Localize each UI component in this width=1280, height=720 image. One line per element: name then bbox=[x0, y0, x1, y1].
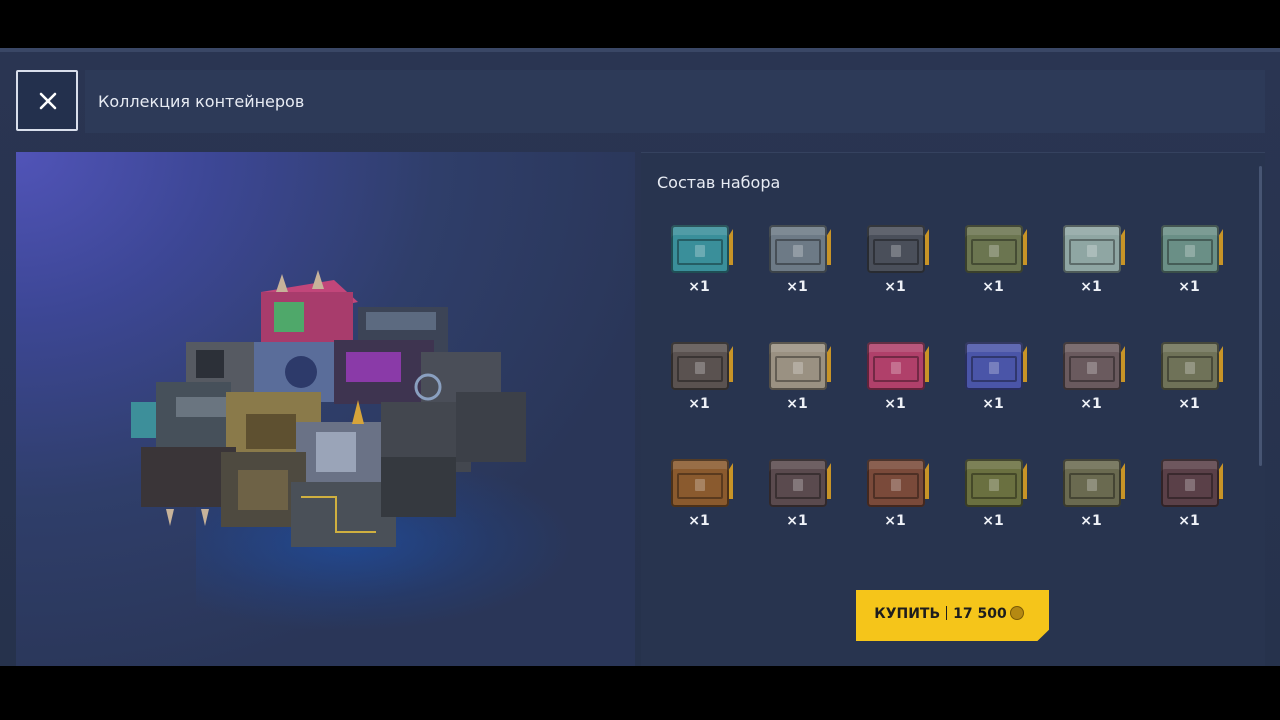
bundle-item[interactable]: ×1 bbox=[957, 449, 1037, 539]
container-icon bbox=[671, 342, 729, 390]
container-icon bbox=[965, 342, 1023, 390]
item-quantity: ×1 bbox=[884, 279, 906, 295]
bundle-item[interactable]: ×1 bbox=[1055, 332, 1135, 422]
bundle-item[interactable]: ×1 bbox=[663, 332, 743, 422]
container-icon bbox=[867, 459, 925, 507]
container-icon bbox=[769, 342, 827, 390]
item-quantity: ×1 bbox=[688, 279, 710, 295]
bundle-item[interactable]: ×1 bbox=[859, 332, 939, 422]
bundle-item[interactable]: ×1 bbox=[1055, 449, 1135, 539]
coin-icon bbox=[1009, 606, 1024, 620]
bundle-item[interactable]: ×1 bbox=[859, 215, 939, 305]
container-icon bbox=[769, 225, 827, 273]
container-icon bbox=[1063, 225, 1121, 273]
divider bbox=[946, 606, 948, 620]
scrollbar[interactable] bbox=[1259, 166, 1262, 466]
section-title: Состав набора bbox=[657, 173, 781, 192]
container-icon bbox=[867, 225, 925, 273]
container-pile-image bbox=[131, 270, 526, 547]
item-quantity: ×1 bbox=[786, 279, 808, 295]
item-quantity: ×1 bbox=[982, 279, 1004, 295]
bundle-preview-panel bbox=[16, 152, 635, 666]
bundle-item[interactable]: ×1 bbox=[957, 332, 1037, 422]
item-quantity: ×1 bbox=[1178, 396, 1200, 412]
item-quantity: ×1 bbox=[1080, 396, 1102, 412]
close-icon bbox=[39, 92, 57, 110]
item-quantity: ×1 bbox=[982, 396, 1004, 412]
container-icon bbox=[671, 225, 729, 273]
container-icon bbox=[965, 459, 1023, 507]
item-quantity: ×1 bbox=[884, 513, 906, 529]
close-button[interactable] bbox=[16, 70, 78, 131]
container-icon bbox=[867, 342, 925, 390]
buy-button[interactable]: КУПИТЬ 17 500 bbox=[856, 590, 1049, 641]
container-icon bbox=[1063, 459, 1121, 507]
item-quantity: ×1 bbox=[982, 513, 1004, 529]
item-quantity: ×1 bbox=[786, 396, 808, 412]
page-title: Коллекция контейнеров bbox=[98, 92, 305, 111]
item-quantity: ×1 bbox=[1080, 279, 1102, 295]
title-bar: Коллекция контейнеров bbox=[85, 70, 1265, 133]
bundle-item[interactable]: ×1 bbox=[1153, 449, 1233, 539]
item-quantity: ×1 bbox=[1178, 513, 1200, 529]
container-icon bbox=[965, 225, 1023, 273]
item-quantity: ×1 bbox=[1178, 279, 1200, 295]
container-icon bbox=[769, 459, 827, 507]
item-quantity: ×1 bbox=[884, 396, 906, 412]
store-screen: Коллекция контейнеров Состав набора ×1 ×… bbox=[0, 48, 1280, 666]
buy-label: КУПИТЬ bbox=[874, 606, 941, 622]
bundle-item[interactable]: ×1 bbox=[1153, 332, 1233, 422]
container-icon bbox=[1063, 342, 1121, 390]
bundle-item[interactable]: ×1 bbox=[1055, 215, 1135, 305]
item-quantity: ×1 bbox=[688, 513, 710, 529]
bundle-item[interactable]: ×1 bbox=[761, 449, 841, 539]
bundle-item[interactable]: ×1 bbox=[663, 215, 743, 305]
price: 17 500 bbox=[953, 606, 1007, 622]
item-quantity: ×1 bbox=[786, 513, 808, 529]
bundle-item[interactable]: ×1 bbox=[859, 449, 939, 539]
bundle-item[interactable]: ×1 bbox=[957, 215, 1037, 305]
bundle-item[interactable]: ×1 bbox=[663, 449, 743, 539]
bundle-item[interactable]: ×1 bbox=[1153, 215, 1233, 305]
bundle-item[interactable]: ×1 bbox=[761, 215, 841, 305]
bundle-item[interactable]: ×1 bbox=[761, 332, 841, 422]
item-quantity: ×1 bbox=[1080, 513, 1102, 529]
container-icon bbox=[1161, 225, 1219, 273]
item-quantity: ×1 bbox=[688, 396, 710, 412]
container-icon bbox=[671, 459, 729, 507]
container-icon bbox=[1161, 459, 1219, 507]
container-icon bbox=[1161, 342, 1219, 390]
